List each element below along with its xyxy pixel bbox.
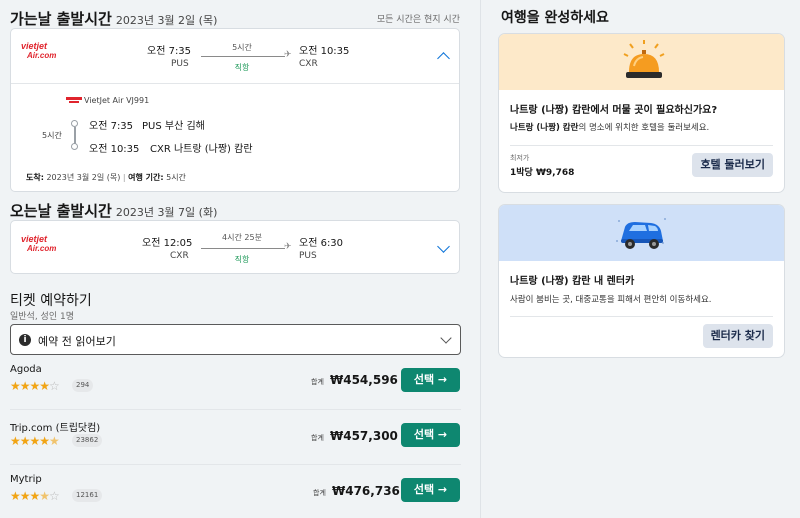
complete-trip-title: 여행을 완성하세요 <box>501 10 609 26</box>
hotel-title: 나트랑 (나짱) 캄란에서 머물 곳이 필요하신가요? <box>510 105 718 116</box>
arr-code: CXR <box>299 59 318 69</box>
promo-divider <box>510 316 773 317</box>
duration: 5시간 <box>232 43 252 52</box>
total-label: 합계 <box>311 434 324 442</box>
row-divider <box>10 464 461 465</box>
card-divider <box>11 83 459 84</box>
provider-price: ₩457,300 <box>330 429 398 443</box>
detail-arr-time: 오전 10:35 <box>89 144 140 155</box>
rating-stars-icon: ★★★★★ <box>10 434 60 448</box>
provider-row: Mytrip ★★★★☆ 12161 합계 ₩476,736 선택 → <box>0 474 480 518</box>
service-bell-icon <box>623 40 665 78</box>
inbound-date: 2023년 3월 7일 (화) <box>115 206 218 219</box>
total-label: 합계 <box>311 378 324 386</box>
dep-time: 오전 12:05 <box>142 238 193 249</box>
airline-logo: vietjet Air.com <box>21 234 57 254</box>
select-button[interactable]: 선택 → <box>401 368 460 392</box>
review-count: 12161 <box>72 489 103 502</box>
provider-name: Mytrip <box>10 474 42 485</box>
detail-arr-airport: CXR 나트랑 (나짱) 캄란 <box>150 144 253 155</box>
provider-name: Agoda <box>10 364 42 375</box>
booking-title: 티켓 예약하기 <box>10 293 92 309</box>
hotel-desc: 나트랑 (나짱) 캄란의 명소에 위치한 호텔을 둘러보세요. <box>510 123 710 133</box>
detail-dep-airport: PUS 부산 김해 <box>142 121 205 132</box>
info-icon: i <box>19 334 31 346</box>
route-line <box>201 248 285 249</box>
dep-code: CXR <box>170 251 189 261</box>
inbound-flight-card[interactable]: vietjet Air.com 오전 12:05 CXR 4시간 25분 ✈ 직항… <box>10 220 460 274</box>
rating-stars-icon: ★★★★☆ <box>10 379 60 393</box>
plane-icon: ✈ <box>284 50 292 60</box>
dep-time: 오전 7:35 <box>147 46 192 57</box>
rating-stars-icon: ★★★★☆ <box>10 489 60 503</box>
car-icon <box>616 218 666 249</box>
review-count: 294 <box>72 379 94 392</box>
inbound-title: 오는날 출발시간 <box>10 202 112 220</box>
provider-row: Agoda ★★★★☆ 294 합계 ₩454,596 선택 → <box>0 364 480 420</box>
provider-name: Trip.com (트립닷컴) <box>10 423 101 434</box>
stops: 직항 <box>234 255 250 264</box>
chevron-down-icon <box>440 332 452 344</box>
flight-details-panel: 가는날 출발시간 2023년 3월 2일 (목) 모든 시간은 현지 시간 vie… <box>0 0 480 518</box>
review-count: 23862 <box>72 434 103 447</box>
timezone-note: 모든 시간은 현지 시간 <box>376 15 460 25</box>
outbound-title: 가는날 출발시간 <box>10 10 112 28</box>
outbound-flight-card[interactable]: vietjet Air.com 오전 7:35 PUS 5시간 ✈ 직항 오전 1… <box>10 28 460 192</box>
plane-icon: ✈ <box>284 242 292 252</box>
arr-time: 오전 10:35 <box>299 46 350 57</box>
booking-subtitle: 일반석, 성인 1명 <box>10 312 74 322</box>
outbound-date: 2023년 3월 2일 (목) <box>115 14 218 27</box>
find-rental-car-button[interactable]: 렌터카 찾기 <box>702 324 773 348</box>
airline-logo: vietjet Air.com <box>21 41 57 61</box>
hotel-promo-card: 나트랑 (나짱) 캄란에서 머물 곳이 필요하신가요? 나트랑 (나짱) 캄란의… <box>498 33 785 193</box>
car-desc: 사람이 붐비는 곳, 대중교통을 피해서 편안히 이동하세요. <box>510 295 712 305</box>
inbound-header: 오는날 출발시간 2023년 3월 7일 (화) <box>10 200 217 221</box>
hotel-price-label: 최저가 <box>510 154 530 162</box>
browse-hotels-button[interactable]: 호텔 둘러보기 <box>692 153 773 177</box>
promo-divider <box>510 145 773 146</box>
car-title: 나트랑 (나짱) 캄란 내 렌터카 <box>510 276 635 287</box>
chevron-up-icon[interactable] <box>437 52 450 65</box>
outbound-header: 가는날 출발시간 2023년 3월 2일 (목) <box>10 8 217 29</box>
flight-number: VietJet Air VJ991 <box>84 96 150 105</box>
arrival-info: 도착: 2023년 3월 2일 (목) | 여행 기간: 5시간 <box>26 173 186 182</box>
hotel-price: 1박당 ₩9,768 <box>510 168 575 178</box>
read-before-booking-label: 예약 전 읽어보기 <box>38 335 116 348</box>
arr-code: PUS <box>299 251 317 261</box>
stops: 직항 <box>234 63 250 72</box>
complete-trip-panel: 여행을 완성하세요 나트랑 (나짱) 캄란에서 머물 곳이 필요하신가요? 나트… <box>481 0 800 518</box>
row-divider <box>10 409 461 410</box>
car-rental-promo-card: 나트랑 (나짱) 캄란 내 렌터카 사람이 붐비는 곳, 대중교통을 피해서 편… <box>498 204 785 358</box>
chevron-down-icon[interactable] <box>437 240 450 253</box>
read-before-booking-dropdown[interactable]: i 예약 전 읽어보기 <box>10 324 461 355</box>
detail-dep-time: 오전 7:35 <box>89 121 134 132</box>
provider-price: ₩454,596 <box>330 373 398 387</box>
arr-dot <box>71 143 78 150</box>
segment-line <box>74 127 76 144</box>
segment-duration: 5시간 <box>42 131 62 140</box>
dep-code: PUS <box>171 59 189 69</box>
select-button[interactable]: 선택 → <box>401 478 460 502</box>
route-line <box>201 56 285 57</box>
duration: 4시간 25분 <box>222 233 262 242</box>
dep-dot <box>71 120 78 127</box>
airline-mini-logo <box>66 97 82 104</box>
arr-time: 오전 6:30 <box>299 238 344 249</box>
total-label: 합계 <box>313 489 326 497</box>
select-button[interactable]: 선택 → <box>401 423 460 447</box>
provider-row: Trip.com (트립닷컴) ★★★★★ 23862 합계 ₩457,300 … <box>0 419 480 475</box>
provider-price: ₩476,736 <box>332 484 400 498</box>
